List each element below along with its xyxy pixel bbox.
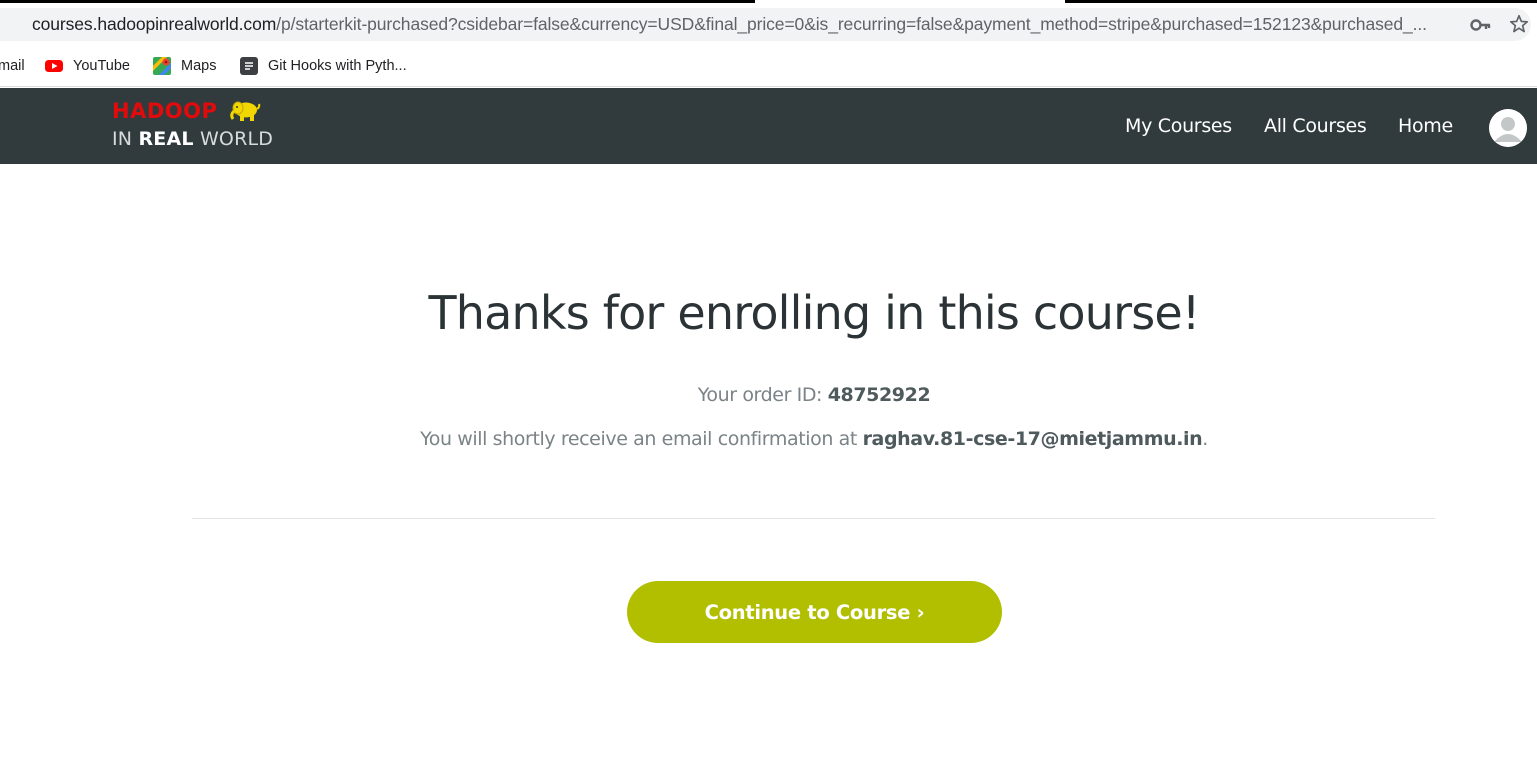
user-avatar-icon xyxy=(1489,109,1527,147)
logo-word-world: WORLD xyxy=(193,128,274,150)
nav-home[interactable]: Home xyxy=(1398,115,1453,137)
elephant-logo-icon xyxy=(230,101,261,121)
order-id-label: Your order ID: xyxy=(697,384,828,406)
page-icon xyxy=(240,57,258,75)
star-icon[interactable] xyxy=(1508,13,1530,35)
confirmation-section: Thanks for enrolling in this course! You… xyxy=(0,164,1537,757)
user-avatar[interactable] xyxy=(1489,109,1527,147)
logo-wordmark-top: HADOOP xyxy=(112,99,218,123)
email-address: raghav.81-cse-17@mietjammu.in xyxy=(862,428,1203,450)
nav-my-courses[interactable]: My Courses xyxy=(1125,115,1232,137)
email-confirmation-line: You will shortly receive an email confir… xyxy=(0,428,1537,450)
youtube-icon xyxy=(45,60,63,72)
bookmark-label: YouTube xyxy=(73,58,130,74)
address-bar-row: courses.hadoopinrealworld.com/p/starterk… xyxy=(0,3,1537,46)
order-id-value: 48752922 xyxy=(827,384,931,406)
url-host: courses.hadoopinrealworld.com xyxy=(32,14,277,34)
continue-to-course-button[interactable]: Continue to Course › xyxy=(627,581,1002,643)
logo-word-in: IN xyxy=(112,128,139,150)
site-header: HADOOP IN REAL WORLD My Courses All Cour… xyxy=(0,88,1537,164)
logo-wordmark-bottom: IN REAL WORLD xyxy=(112,128,273,150)
url-text[interactable]: courses.hadoopinrealworld.com/p/starterk… xyxy=(32,14,1452,35)
bookmark-gmail[interactable]: mail xyxy=(0,55,25,77)
bookmark-youtube[interactable]: YouTube xyxy=(45,55,130,77)
email-confirmation-text: You will shortly receive an email confir… xyxy=(420,428,863,450)
bookmarks-bar: mail YouTube Maps Git Hooks with Pyth... xyxy=(0,46,1537,87)
maps-icon xyxy=(153,57,171,75)
page-title: Thanks for enrolling in this course! xyxy=(428,286,1200,340)
order-id-line: Your order ID: 48752922 xyxy=(0,384,1537,406)
url-path: /p/starterkit-purchased?csidebar=false&c… xyxy=(276,14,1427,34)
bookmark-label: Maps xyxy=(181,58,217,74)
nav-all-courses[interactable]: All Courses xyxy=(1264,115,1367,137)
site-logo[interactable]: HADOOP IN REAL WORLD xyxy=(112,98,282,154)
key-icon[interactable] xyxy=(1470,16,1492,34)
bookmark-git-hooks[interactable]: Git Hooks with Pyth... xyxy=(240,55,407,77)
logo-word-real: REAL xyxy=(138,128,194,150)
section-divider xyxy=(192,518,1435,519)
bookmark-label: mail xyxy=(0,58,25,74)
bookmark-label: Git Hooks with Pyth... xyxy=(268,58,407,74)
bookmark-maps[interactable]: Maps xyxy=(153,55,216,77)
email-suffix: . xyxy=(1202,428,1208,450)
